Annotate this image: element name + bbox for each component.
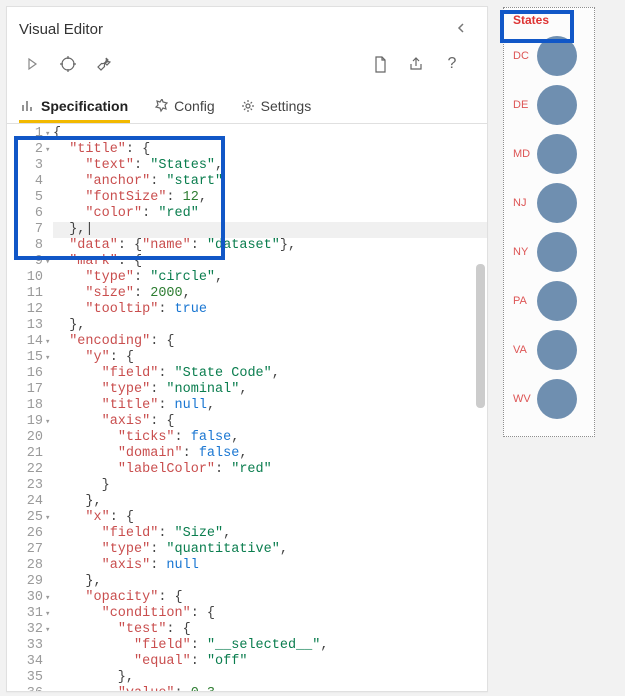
preview-row[interactable]: PA bbox=[504, 276, 594, 325]
code-line[interactable]: 14 "encoding": { bbox=[7, 334, 487, 350]
target-button[interactable] bbox=[55, 51, 81, 77]
circle-icon bbox=[537, 330, 577, 370]
circle-icon bbox=[537, 85, 577, 125]
preview-row[interactable]: NY bbox=[504, 227, 594, 276]
preview-row-label: NY bbox=[513, 246, 537, 258]
preview-row[interactable]: DC bbox=[504, 31, 594, 80]
code-line[interactable]: 27 "type": "quantitative", bbox=[7, 542, 487, 558]
code-line[interactable]: 13 }, bbox=[7, 318, 487, 334]
code-line[interactable]: 8 "data": {"name": "dataset"}, bbox=[7, 238, 487, 254]
code-line[interactable]: 30 "opacity": { bbox=[7, 590, 487, 606]
visual-editor-panel: Visual Editor ? Specification Conf bbox=[6, 6, 488, 692]
code-line[interactable]: 31 "condition": { bbox=[7, 606, 487, 622]
wrench-button[interactable] bbox=[91, 51, 117, 77]
code-line[interactable]: 19 "axis": { bbox=[7, 414, 487, 430]
preview-row-label: NJ bbox=[513, 197, 537, 209]
circle-icon bbox=[537, 379, 577, 419]
code-line[interactable]: 36 "value": 0.3 bbox=[7, 686, 487, 691]
preview-title: States bbox=[504, 8, 594, 31]
code-line[interactable]: 34 "equal": "off" bbox=[7, 654, 487, 670]
code-line[interactable]: 29 }, bbox=[7, 574, 487, 590]
circle-icon bbox=[537, 183, 577, 223]
code-line[interactable]: 18 "title": null, bbox=[7, 398, 487, 414]
new-file-button[interactable] bbox=[367, 51, 393, 77]
code-line[interactable]: 26 "field": "Size", bbox=[7, 526, 487, 542]
code-line[interactable]: 17 "type": "nominal", bbox=[7, 382, 487, 398]
circle-icon bbox=[537, 281, 577, 321]
code-line[interactable]: 1{ bbox=[7, 126, 487, 142]
scrollbar-thumb[interactable] bbox=[476, 264, 485, 408]
code-line[interactable]: 24 }, bbox=[7, 494, 487, 510]
toolbar: ? bbox=[7, 43, 487, 89]
circle-icon bbox=[537, 232, 577, 272]
preview-row[interactable]: NJ bbox=[504, 178, 594, 227]
preview-row[interactable]: VA bbox=[504, 325, 594, 374]
tab-settings-label: Settings bbox=[261, 98, 312, 114]
preview-row[interactable]: MD bbox=[504, 129, 594, 178]
code-line[interactable]: 9 "mark": { bbox=[7, 254, 487, 270]
code-line[interactable]: 12 "tooltip": true bbox=[7, 302, 487, 318]
code-editor[interactable]: 1{2 "title": {3 "text": "States",4 "anch… bbox=[7, 124, 487, 691]
preview-visual[interactable]: States DC DE MD NJ NY PA VA WV bbox=[503, 7, 595, 437]
code-line[interactable]: 32 "test": { bbox=[7, 622, 487, 638]
code-line[interactable]: 7 },| bbox=[7, 222, 487, 238]
code-line[interactable]: 25 "x": { bbox=[7, 510, 487, 526]
share-button[interactable] bbox=[403, 51, 429, 77]
tab-specification[interactable]: Specification bbox=[19, 92, 130, 123]
preview-row[interactable]: DE bbox=[504, 80, 594, 129]
tab-config-label: Config bbox=[174, 98, 214, 114]
code-line[interactable]: 3 "text": "States", bbox=[7, 158, 487, 174]
code-line[interactable]: 21 "domain": false, bbox=[7, 446, 487, 462]
collapse-chevron-icon[interactable] bbox=[447, 17, 475, 42]
code-line[interactable]: 20 "ticks": false, bbox=[7, 430, 487, 446]
circle-icon bbox=[537, 134, 577, 174]
code-line[interactable]: 4 "anchor": "start" bbox=[7, 174, 487, 190]
panel-title: Visual Editor bbox=[19, 21, 447, 38]
code-line[interactable]: 6 "color": "red" bbox=[7, 206, 487, 222]
preview-row[interactable]: WV bbox=[504, 374, 594, 423]
code-line[interactable]: 5 "fontSize": 12, bbox=[7, 190, 487, 206]
help-button[interactable]: ? bbox=[439, 51, 465, 77]
circle-icon bbox=[537, 36, 577, 76]
preview-row-label: DC bbox=[513, 50, 537, 62]
preview-row-label: MD bbox=[513, 148, 537, 160]
code-line[interactable]: 15 "y": { bbox=[7, 350, 487, 366]
code-line[interactable]: 22 "labelColor": "red" bbox=[7, 462, 487, 478]
tab-settings[interactable]: Settings bbox=[239, 92, 314, 123]
code-line[interactable]: 23 } bbox=[7, 478, 487, 494]
code-line[interactable]: 33 "field": "__selected__", bbox=[7, 638, 487, 654]
code-line[interactable]: 11 "size": 2000, bbox=[7, 286, 487, 302]
preview-row-label: PA bbox=[513, 295, 537, 307]
tabs: Specification Config Settings bbox=[7, 89, 487, 124]
code-line[interactable]: 16 "field": "State Code", bbox=[7, 366, 487, 382]
code-line[interactable]: 2 "title": { bbox=[7, 142, 487, 158]
preview-row-label: DE bbox=[513, 99, 537, 111]
code-line[interactable]: 28 "axis": null bbox=[7, 558, 487, 574]
panel-header: Visual Editor bbox=[7, 7, 487, 43]
preview-row-label: VA bbox=[513, 344, 537, 356]
preview-row-label: WV bbox=[513, 393, 537, 405]
tab-config[interactable]: Config bbox=[152, 92, 216, 123]
run-button[interactable] bbox=[19, 51, 45, 77]
code-line[interactable]: 10 "type": "circle", bbox=[7, 270, 487, 286]
tab-spec-label: Specification bbox=[41, 98, 128, 114]
code-line[interactable]: 35 }, bbox=[7, 670, 487, 686]
